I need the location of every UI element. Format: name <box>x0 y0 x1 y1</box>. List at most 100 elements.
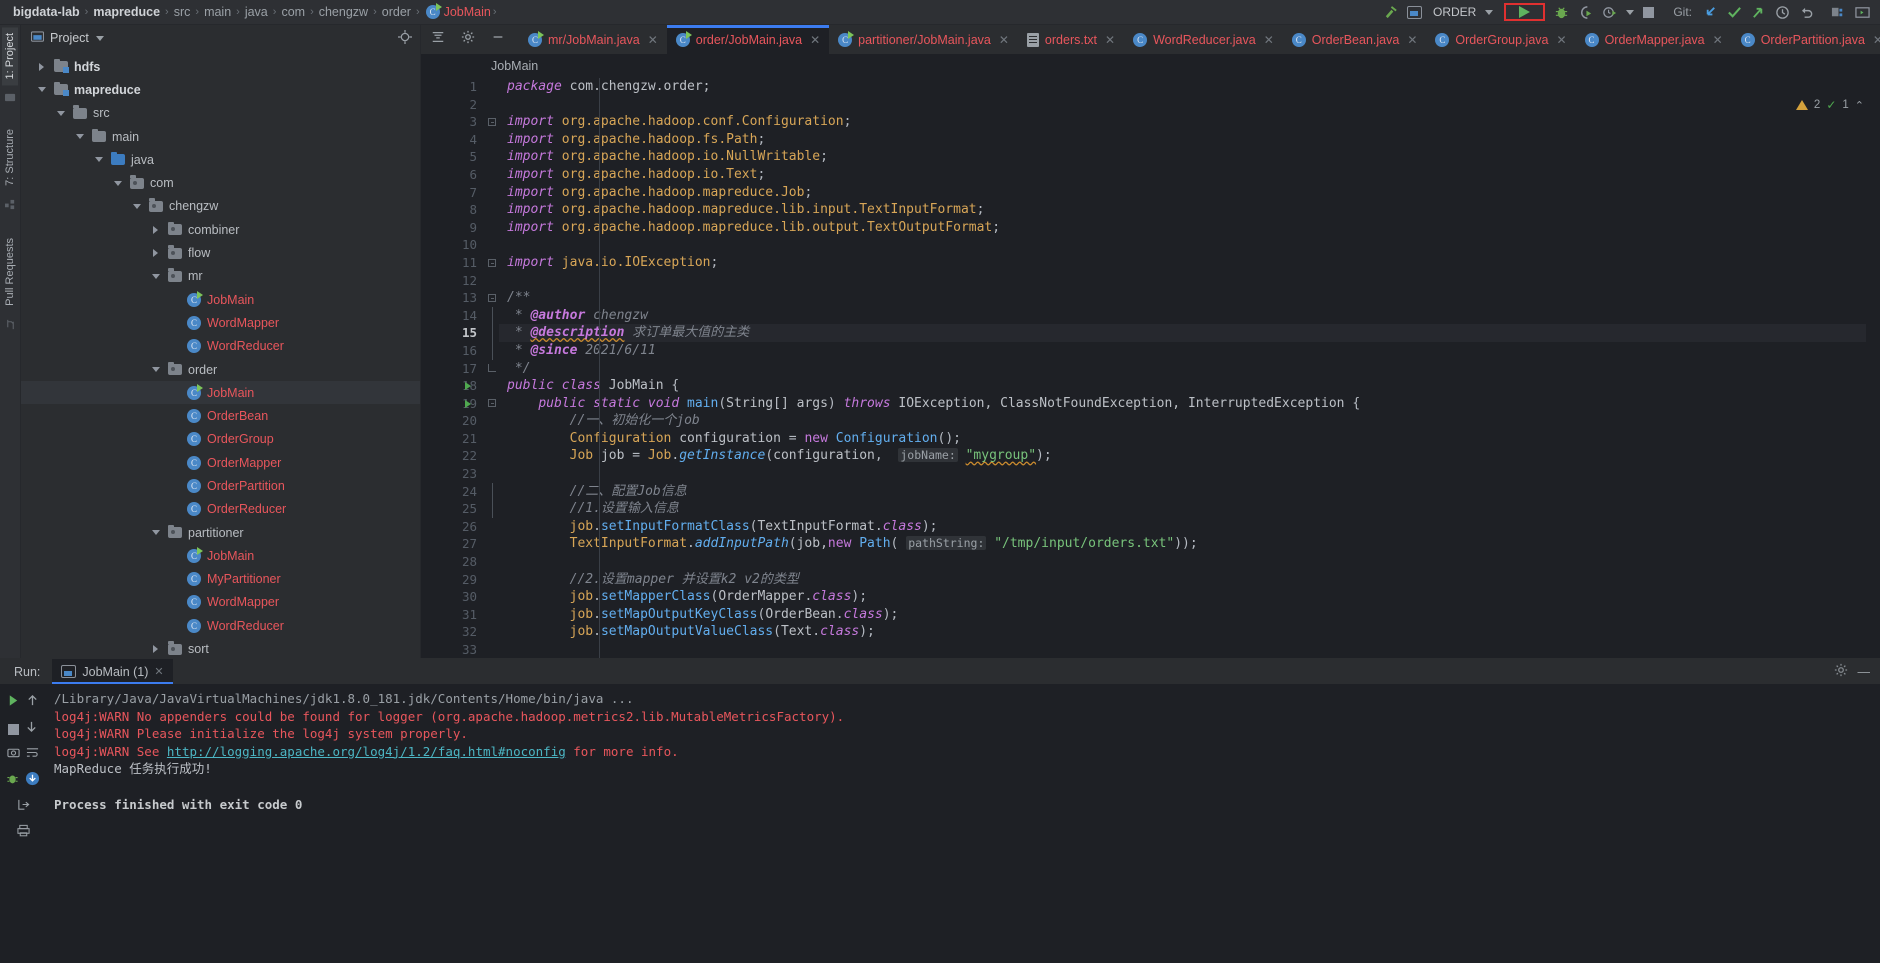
scroll-down-icon[interactable] <box>25 720 38 738</box>
gutter-line-number[interactable]: 16 <box>421 342 485 360</box>
git-push-icon[interactable] <box>1751 5 1766 20</box>
console-link[interactable]: http://logging.apache.org/log4j/1.2/faq.… <box>167 744 566 759</box>
chevron-down-icon[interactable] <box>111 180 124 186</box>
gutter-line-number[interactable]: 11 <box>421 254 485 272</box>
chevron-right-icon[interactable] <box>35 62 48 71</box>
tree-item-hdfs[interactable]: hdfs <box>21 55 420 78</box>
gear-icon[interactable] <box>461 30 475 49</box>
tree-item-jobmain[interactable]: C JobMain <box>21 381 420 405</box>
console-output[interactable]: /Library/Java/JavaVirtualMachines/jdk1.8… <box>46 684 1880 963</box>
chevron-down-icon[interactable] <box>149 273 162 279</box>
tree-item-orderpartition[interactable]: C OrderPartition <box>21 474 420 497</box>
breadcrumb-item-6[interactable]: chengzw <box>316 5 371 19</box>
close-icon[interactable]: ✕ <box>810 33 820 47</box>
run-config-selector[interactable]: ORDER <box>1431 5 1495 19</box>
fold-marker[interactable] <box>485 395 499 413</box>
gutter-line-number[interactable]: 27 <box>421 535 485 553</box>
rail-tab-pull-requests[interactable]: Pull Requests <box>2 232 18 312</box>
chevron-down-icon[interactable] <box>149 530 162 536</box>
gutter-line-number[interactable]: 26 <box>421 518 485 536</box>
gutter-line-number[interactable]: 3 <box>421 113 485 131</box>
chevron-down-icon[interactable] <box>54 110 67 116</box>
gutter-line-number[interactable]: 9 <box>421 219 485 237</box>
tree-item-sort[interactable]: sort <box>21 637 420 658</box>
editor-tab[interactable]: Corder/JobMain.java ✕ <box>666 25 830 54</box>
print-icon[interactable] <box>16 824 30 842</box>
expand-collapse-icon[interactable] <box>431 30 445 49</box>
gutter-line-number[interactable]: 4 <box>421 131 485 149</box>
editor-tabs[interactable]: Cmr/JobMain.java ✕ Corder/JobMain.java ✕ Cpa… <box>519 25 1880 54</box>
fold-marker[interactable] <box>485 113 499 131</box>
run-tab[interactable]: JobMain (1) ✕ <box>52 659 173 684</box>
gutter-line-number[interactable]: 32 <box>421 623 485 641</box>
close-icon[interactable]: ✕ <box>648 33 658 47</box>
editor-tab[interactable]: C OrderMapper.java ✕ <box>1576 25 1732 54</box>
chevron-down-icon[interactable] <box>73 134 86 140</box>
breadcrumb-item-2[interactable]: src <box>171 5 194 19</box>
gutter-line-number[interactable]: 8 <box>421 201 485 219</box>
gutter-line-number[interactable]: 19 <box>421 395 485 413</box>
editor-tab[interactable]: orders.txt ✕ <box>1018 25 1124 54</box>
hide-panel-icon[interactable] <box>491 30 505 49</box>
chevron-down-icon[interactable] <box>95 35 104 41</box>
chevron-down-icon[interactable] <box>149 367 162 372</box>
debug-icon[interactable] <box>1554 5 1569 20</box>
gutter-line-number[interactable]: 7 <box>421 184 485 202</box>
camera-icon[interactable] <box>7 746 20 764</box>
download-icon[interactable] <box>25 771 40 791</box>
tree-item-mapreduce[interactable]: mapreduce <box>21 78 420 101</box>
editor-tab[interactable]: Cmr/JobMain.java ✕ <box>519 25 667 54</box>
gutter-line-number[interactable]: 20 <box>421 412 485 430</box>
gutter-line-number[interactable]: 10 <box>421 236 485 254</box>
breadcrumb-item-3[interactable]: main <box>201 5 234 19</box>
tree-item-main[interactable]: main <box>21 125 420 148</box>
chevron-right-icon[interactable] <box>149 249 162 258</box>
chevron-up-icon[interactable]: ⌃ <box>1855 99 1864 112</box>
scroll-from-source-icon[interactable] <box>398 29 412 47</box>
editor-tab[interactable]: C OrderGroup.java ✕ <box>1426 25 1575 54</box>
gutter-line-number[interactable]: 15 <box>421 324 485 342</box>
tree-item-wordmapper[interactable]: C WordMapper <box>21 591 420 614</box>
bug-icon[interactable] <box>6 772 19 790</box>
editor-tab[interactable]: C OrderBean.java ✕ <box>1283 25 1427 54</box>
tree-item-wordreducer[interactable]: C WordReducer <box>21 614 420 637</box>
editor-tab[interactable]: C WordReducer.java ✕ <box>1124 25 1283 54</box>
close-icon[interactable]: ✕ <box>1105 33 1115 47</box>
run-gutter-icon[interactable] <box>465 382 471 391</box>
close-icon[interactable]: ✕ <box>1264 33 1274 47</box>
gutter-line-number[interactable]: 21 <box>421 430 485 448</box>
close-icon[interactable]: ✕ <box>1873 33 1880 47</box>
gutter-line-number[interactable]: 18 <box>421 377 485 395</box>
soft-wrap-icon[interactable] <box>26 746 39 764</box>
close-icon[interactable]: ✕ <box>1407 33 1417 47</box>
breadcrumb-item-0[interactable]: bigdata-lab <box>10 5 83 19</box>
run-config-icon[interactable] <box>1406 5 1422 19</box>
tree-item-order[interactable]: order <box>21 358 420 381</box>
tree-item-combiner[interactable]: combiner <box>21 218 420 241</box>
breadcrumb-item-7[interactable]: order <box>379 5 414 19</box>
chevron-right-icon[interactable] <box>149 645 162 654</box>
git-commit-icon[interactable] <box>1727 5 1742 20</box>
gutter-line-number[interactable]: 24 <box>421 483 485 501</box>
gutter-line-number[interactable]: 5 <box>421 148 485 166</box>
tree-item-ordergroup[interactable]: C OrderGroup <box>21 428 420 451</box>
gutter-line-number[interactable]: 28 <box>421 553 485 571</box>
fold-marker[interactable] <box>485 254 499 272</box>
editor-fold-column[interactable] <box>485 76 499 658</box>
gutter-line-number[interactable]: 30 <box>421 588 485 606</box>
chevron-down-icon[interactable] <box>130 203 143 209</box>
tree-item-jobmain[interactable]: C JobMain <box>21 544 420 567</box>
inspection-status[interactable]: 2 ✓ 1 ⌃ <box>1795 98 1864 112</box>
close-icon[interactable]: ✕ <box>1557 33 1567 47</box>
tree-item-ordermapper[interactable]: C OrderMapper <box>21 451 420 474</box>
rail-tab-project[interactable]: 1: Project <box>2 27 18 86</box>
gutter-line-number[interactable]: 6 <box>421 166 485 184</box>
tree-item-jobmain[interactable]: C JobMain <box>21 288 420 311</box>
chevron-down-icon[interactable] <box>1626 9 1635 15</box>
run-button[interactable] <box>1504 3 1546 21</box>
editor-tab[interactable]: Cpartitioner/JobMain.java ✕ <box>829 25 1018 54</box>
close-icon[interactable]: ✕ <box>154 665 163 678</box>
tree-item-src[interactable]: src <box>21 102 420 125</box>
tree-item-com[interactable]: com <box>21 171 420 194</box>
build-hammer-icon[interactable] <box>1383 5 1398 20</box>
